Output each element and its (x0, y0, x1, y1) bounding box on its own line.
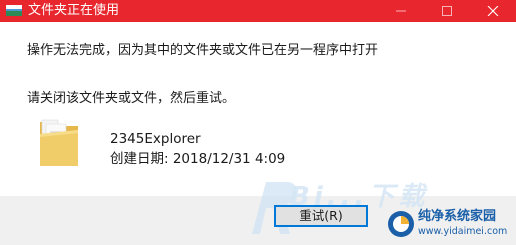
error-message: 操作无法完成，因为其中的文件夹或文件已在另一程序中打开 (27, 43, 379, 58)
site-url: www.yidaimei.com (418, 226, 508, 237)
maximize-icon (442, 6, 452, 16)
watermark-badge: 纯净系统家园 www.yidaimei.com (386, 207, 514, 243)
window-title: 文件夹正在使用 (28, 3, 120, 18)
title-bar[interactable]: 文件夹正在使用 (0, 0, 516, 22)
close-button[interactable] (470, 0, 516, 22)
dialog-window: 文件夹正在使用 操作无法完成，因为其中的文件夹或文件已在另一程序中打开 请关闭该… (0, 0, 516, 245)
site-name: 纯净系统家园 (418, 209, 497, 224)
instruction-message: 请关闭该文件夹或文件，然后重试。 (27, 91, 236, 106)
folder-app-icon (6, 5, 22, 16)
close-icon (487, 6, 499, 16)
minimize-button[interactable] (378, 0, 424, 22)
retry-button[interactable]: 重试(R) (274, 205, 368, 227)
folder-icon (40, 119, 78, 166)
minimize-icon (396, 10, 406, 12)
file-name: 2345Explorer (110, 131, 201, 147)
maximize-button[interactable] (424, 0, 470, 22)
site-logo-icon (388, 211, 414, 237)
file-created-date: 创建日期: 2018/12/31 4:09 (110, 151, 286, 167)
